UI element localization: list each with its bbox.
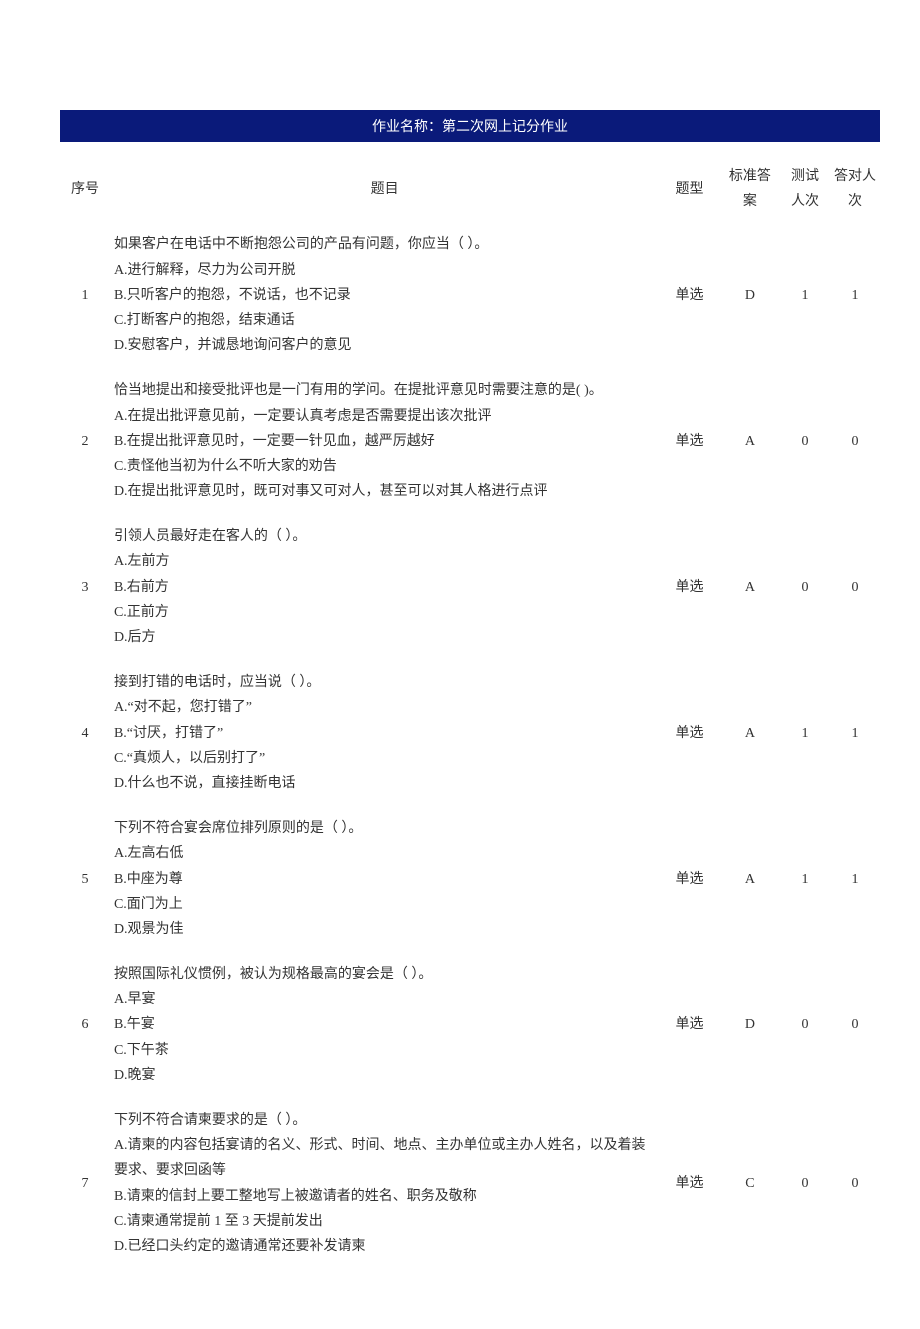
table-row: 6按照国际礼仪惯例，被认为规格最高的宴会是（ ）。 A.早宴 B.午宴 C.下午… — [60, 952, 880, 1098]
cell-type: 单选 — [659, 1098, 719, 1269]
cell-type: 单选 — [659, 952, 719, 1098]
cell-correct: 1 — [830, 806, 880, 952]
cell-question: 引领人员最好走在客人的（ ）。 A.左前方 B.右前方 C.正前方 D.后方 — [110, 514, 659, 660]
cell-question: 如果客户在电话中不断抱怨公司的产品有问题，你应当（ ）。 A.进行解释，尽力为公… — [110, 222, 659, 368]
cell-answer: A — [720, 806, 780, 952]
cell-question: 恰当地提出和接受批评也是一门有用的学问。在提批评意见时需要注意的是( )。 A.… — [110, 368, 659, 514]
cell-question: 下列不符合请柬要求的是（ ）。 A.请柬的内容包括宴请的名义、形式、时间、地点、… — [110, 1098, 659, 1269]
cell-seq: 1 — [60, 222, 110, 368]
cell-seq: 5 — [60, 806, 110, 952]
cell-answer: A — [720, 368, 780, 514]
cell-tested: 1 — [780, 222, 830, 368]
cell-tested: 0 — [780, 1098, 830, 1269]
question-table: 序号 题目 题型 标准答案 测试人次 答对人次 1如果客户在电话中不断抱怨公司的… — [60, 156, 880, 1269]
cell-tested: 0 — [780, 514, 830, 660]
header-seq: 序号 — [60, 156, 110, 222]
assignment-title: 作业名称：第二次网上记分作业 — [60, 110, 880, 142]
cell-type: 单选 — [659, 222, 719, 368]
table-header-row: 序号 题目 题型 标准答案 测试人次 答对人次 — [60, 156, 880, 222]
cell-seq: 2 — [60, 368, 110, 514]
header-question: 题目 — [110, 156, 659, 222]
cell-tested: 0 — [780, 368, 830, 514]
cell-type: 单选 — [659, 660, 719, 806]
header-type: 题型 — [659, 156, 719, 222]
cell-seq: 4 — [60, 660, 110, 806]
table-row: 5下列不符合宴会席位排列原则的是（ ）。 A.左高右低 B.中座为尊 C.面门为… — [60, 806, 880, 952]
table-row: 1如果客户在电话中不断抱怨公司的产品有问题，你应当（ ）。 A.进行解释，尽力为… — [60, 222, 880, 368]
cell-type: 单选 — [659, 368, 719, 514]
cell-tested: 0 — [780, 952, 830, 1098]
cell-question: 下列不符合宴会席位排列原则的是（ ）。 A.左高右低 B.中座为尊 C.面门为上… — [110, 806, 659, 952]
cell-correct: 0 — [830, 952, 880, 1098]
table-row: 7下列不符合请柬要求的是（ ）。 A.请柬的内容包括宴请的名义、形式、时间、地点… — [60, 1098, 880, 1269]
cell-correct: 0 — [830, 368, 880, 514]
header-answer: 标准答案 — [720, 156, 780, 222]
cell-correct: 0 — [830, 1098, 880, 1269]
table-row: 2恰当地提出和接受批评也是一门有用的学问。在提批评意见时需要注意的是( )。 A… — [60, 368, 880, 514]
cell-tested: 1 — [780, 806, 830, 952]
cell-correct: 1 — [830, 222, 880, 368]
cell-correct: 1 — [830, 660, 880, 806]
cell-answer: D — [720, 222, 780, 368]
table-row: 3引领人员最好走在客人的（ ）。 A.左前方 B.右前方 C.正前方 D.后方单… — [60, 514, 880, 660]
cell-question: 按照国际礼仪惯例，被认为规格最高的宴会是（ ）。 A.早宴 B.午宴 C.下午茶… — [110, 952, 659, 1098]
cell-seq: 3 — [60, 514, 110, 660]
cell-question: 接到打错的电话时，应当说（ ）。 A.“对不起，您打错了” B.“讨厌，打错了”… — [110, 660, 659, 806]
cell-tested: 1 — [780, 660, 830, 806]
cell-answer: A — [720, 660, 780, 806]
cell-seq: 6 — [60, 952, 110, 1098]
cell-correct: 0 — [830, 514, 880, 660]
cell-answer: A — [720, 514, 780, 660]
header-tested: 测试人次 — [780, 156, 830, 222]
cell-answer: C — [720, 1098, 780, 1269]
cell-type: 单选 — [659, 514, 719, 660]
header-correct: 答对人次 — [830, 156, 880, 222]
table-row: 4接到打错的电话时，应当说（ ）。 A.“对不起，您打错了” B.“讨厌，打错了… — [60, 660, 880, 806]
cell-seq: 7 — [60, 1098, 110, 1269]
cell-answer: D — [720, 952, 780, 1098]
cell-type: 单选 — [659, 806, 719, 952]
